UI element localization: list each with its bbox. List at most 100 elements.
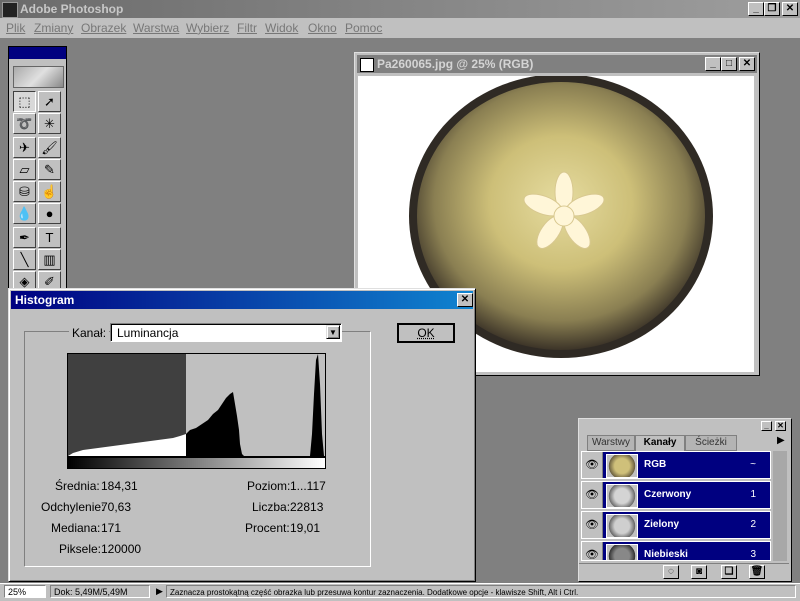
smudge-tool-icon[interactable]: ☝ xyxy=(38,181,61,202)
document-title: Pa260065.jpg @ 25% (RGB) xyxy=(377,55,533,73)
palette-menu-arrow-icon[interactable]: ▶ xyxy=(777,435,785,446)
percent-label: Procent: xyxy=(245,521,290,535)
photoshop-icon xyxy=(2,2,18,18)
gradient-tool-icon[interactable]: ▥ xyxy=(38,249,61,270)
channel-row-blue[interactable]: 👁 Niebieski 3 xyxy=(581,541,771,561)
toolbox-title-bar[interactable] xyxy=(9,47,66,59)
pixels-label: Piksele: xyxy=(59,542,101,556)
doc-maximize-button[interactable]: □ xyxy=(721,57,737,71)
channel-label: Kanał: xyxy=(69,326,109,340)
status-bar: 25% Dok: 5,49M/5,49M ▶ Zaznacza prostoką… xyxy=(0,583,800,601)
channel-thumbnail xyxy=(606,544,638,561)
app-title: Adobe Photoshop xyxy=(20,0,123,18)
channel-select-value: Luminancja xyxy=(117,326,178,340)
menu-widok[interactable]: Widok xyxy=(265,21,298,35)
airbrush-tool-icon[interactable]: ✈ xyxy=(13,137,36,158)
menu-wybierz[interactable]: Wybierz xyxy=(186,21,229,35)
count-value: 22813 xyxy=(290,500,323,514)
channel-shortcut: 1 xyxy=(750,489,756,500)
channel-name: Niebieski xyxy=(644,549,688,560)
menu-okno[interactable]: Okno xyxy=(308,21,337,35)
photoshop-eye-logo[interactable] xyxy=(13,66,64,88)
palette-close-button[interactable]: ✕ xyxy=(775,421,786,431)
histogram-dialog: Histogram ✕ Kanał: Luminancja ▼ OK Średn… xyxy=(8,288,476,582)
visibility-eye-icon[interactable]: 👁 xyxy=(582,512,603,538)
document-icon xyxy=(360,58,374,72)
dodge-tool-icon[interactable]: ● xyxy=(38,203,61,224)
eraser-tool-icon[interactable]: ▱ xyxy=(13,159,36,180)
line-tool-icon[interactable]: ╲ xyxy=(13,249,36,270)
level-label: Poziom: xyxy=(247,479,290,493)
channel-shortcut: 2 xyxy=(750,519,756,530)
channel-thumbnail xyxy=(606,484,638,508)
pencil-tool-icon[interactable]: ✎ xyxy=(38,159,61,180)
doc-size-info[interactable]: Dok: 5,49M/5,49M xyxy=(50,585,150,598)
magic-wand-tool-icon[interactable]: ✳ xyxy=(38,113,61,134)
tab-channels[interactable]: Kanały xyxy=(635,435,685,451)
mean-label: Średnia: xyxy=(55,479,100,493)
menu-filtr[interactable]: Filtr xyxy=(237,21,257,35)
paintbrush-tool-icon[interactable]: 🖌 xyxy=(38,137,61,158)
channel-shortcut: 3 xyxy=(750,549,756,560)
histogram-title-bar[interactable]: Histogram ✕ xyxy=(11,291,473,309)
restore-button[interactable]: ❐ xyxy=(764,2,780,16)
median-label: Mediana: xyxy=(51,521,100,535)
menu-warstwa[interactable]: Warstwa xyxy=(133,21,179,35)
tab-paths[interactable]: Ścieżki xyxy=(685,435,737,451)
menu-obrazek[interactable]: Obrazek xyxy=(81,21,126,35)
channel-name: RGB xyxy=(644,459,666,470)
move-tool-icon[interactable]: ➚ xyxy=(38,91,61,112)
count-label: Liczba: xyxy=(252,500,290,514)
channel-row-red[interactable]: 👁 Czerwony 1 xyxy=(581,481,771,509)
luminance-gradient-bar xyxy=(67,457,326,469)
load-selection-icon[interactable]: ◌ xyxy=(663,565,679,579)
percent-value: 19,01 xyxy=(290,521,320,535)
blur-tool-icon[interactable]: 💧 xyxy=(13,203,36,224)
palette-minimize-button[interactable]: _ xyxy=(761,421,772,431)
histogram-graph[interactable] xyxy=(67,353,326,457)
tab-layers[interactable]: Warstwy xyxy=(587,435,635,451)
visibility-eye-icon[interactable]: 👁 xyxy=(582,542,603,561)
trash-icon[interactable]: 🗑 xyxy=(749,565,765,579)
palette-scrollbar[interactable] xyxy=(773,451,787,561)
histogram-close-button[interactable]: ✕ xyxy=(457,293,473,307)
pen-tool-icon[interactable]: ✒ xyxy=(13,227,36,248)
channel-row-green[interactable]: 👁 Zielony 2 xyxy=(581,511,771,539)
menu-plik[interactable]: Plik xyxy=(6,21,25,35)
histogram-chart xyxy=(68,354,325,456)
channel-row-rgb[interactable]: 👁 RGB ~ xyxy=(581,451,771,479)
visibility-eye-icon[interactable]: 👁 xyxy=(582,452,603,478)
channel-name: Zielony xyxy=(644,519,679,530)
visibility-eye-icon[interactable]: 👁 xyxy=(582,482,603,508)
doc-close-button[interactable]: ✕ xyxy=(739,57,755,71)
channel-thumbnail xyxy=(606,514,638,538)
menu-zmiany[interactable]: Zmiany xyxy=(34,21,73,35)
chevron-down-icon[interactable]: ▼ xyxy=(326,325,340,339)
doc-minimize-button[interactable]: _ xyxy=(705,57,721,71)
channel-select[interactable]: Luminancja ▼ xyxy=(110,323,342,342)
pixels-value: 120000 xyxy=(101,542,141,556)
save-selection-icon[interactable]: ◙ xyxy=(691,565,707,579)
type-tool-icon[interactable]: T xyxy=(38,227,61,248)
std-dev-value: 70,63 xyxy=(101,500,131,514)
palette-footer: ◌ ◙ ❑ 🗑 xyxy=(579,563,789,580)
status-arrow-icon[interactable]: ▶ xyxy=(156,586,163,597)
toolbox: ⬚ ➚ ➰ ✳ ✈ 🖌 ▱ ✎ ⛁ ☝ 💧 ● ✒ T ╲ ▥ ◈ ✐ xyxy=(8,46,67,298)
marquee-tool-icon[interactable]: ⬚ xyxy=(13,91,36,112)
minimize-button[interactable]: _ xyxy=(748,2,764,16)
ok-button[interactable]: OK xyxy=(397,323,455,343)
mean-value: 184,31 xyxy=(101,479,138,493)
channel-thumbnail xyxy=(606,454,638,478)
status-hint: Zaznacza prostokątną część obrazka lub p… xyxy=(166,585,796,598)
lasso-tool-icon[interactable]: ➰ xyxy=(13,113,36,134)
channel-shortcut: ~ xyxy=(750,459,756,470)
new-channel-icon[interactable]: ❑ xyxy=(721,565,737,579)
menu-pomoc[interactable]: Pomoc xyxy=(345,21,382,35)
close-button[interactable]: ✕ xyxy=(782,2,798,16)
std-dev-label: Odchylenie: xyxy=(41,500,104,514)
histogram-title: Histogram xyxy=(15,291,74,309)
level-value: 1...117 xyxy=(290,479,326,493)
rubber-stamp-tool-icon[interactable]: ⛁ xyxy=(13,181,36,202)
zoom-field[interactable]: 25% xyxy=(4,585,46,598)
document-title-bar[interactable]: Pa260065.jpg @ 25% (RGB) _ □ ✕ xyxy=(357,55,757,73)
